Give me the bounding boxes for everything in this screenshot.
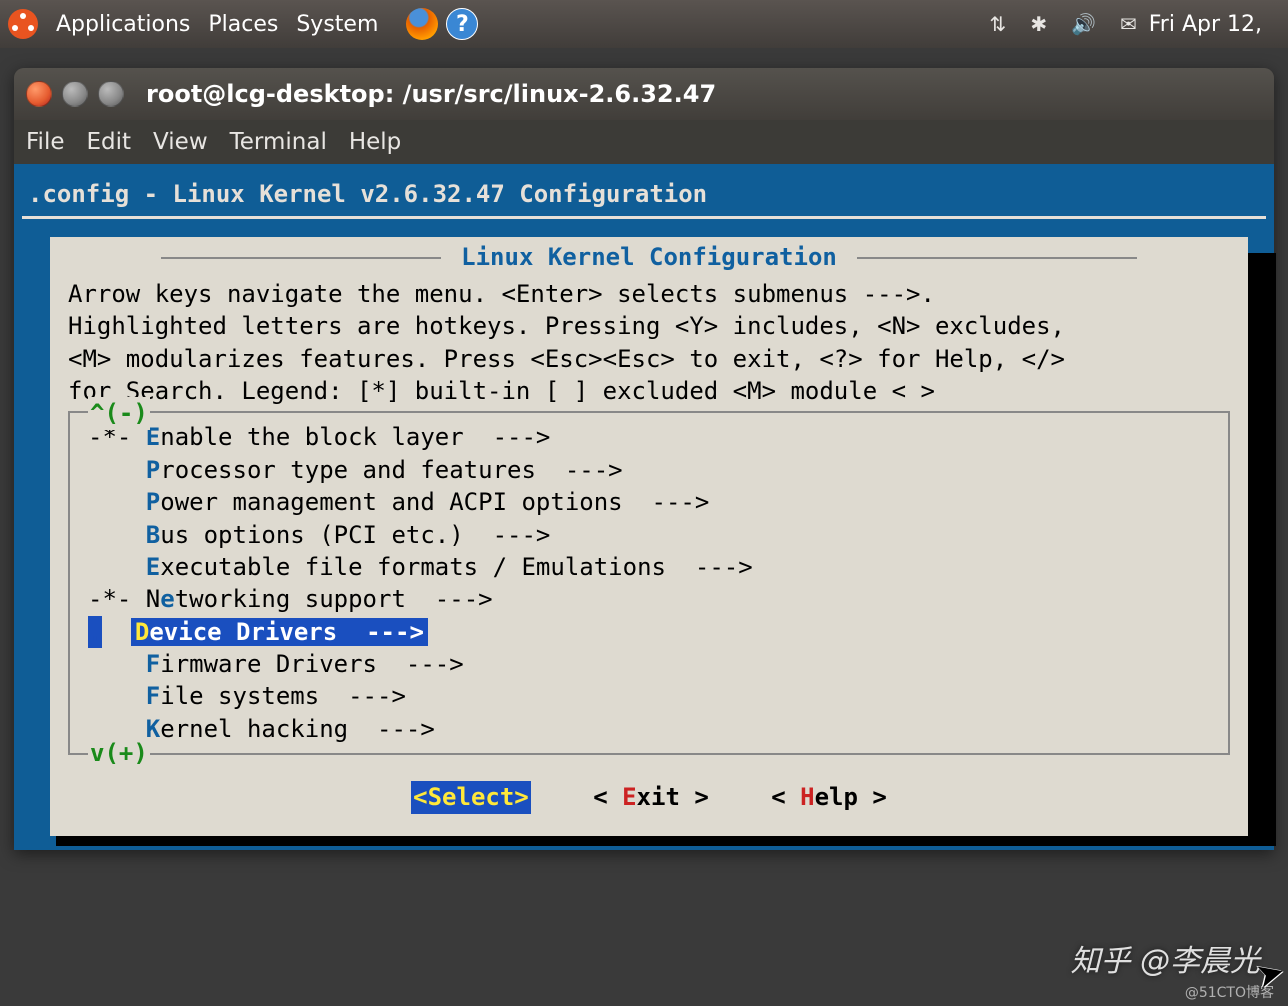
menu-terminal[interactable]: Terminal	[230, 129, 327, 155]
menu-list[interactable]: ^(-) -*- Enable the block layer ---> Pro…	[68, 411, 1230, 755]
menu-item-selected[interactable]: . Device Drivers --->	[88, 616, 446, 648]
mail-icon[interactable]: ✉	[1120, 12, 1137, 36]
panel-menu-applications[interactable]: Applications	[56, 12, 190, 37]
dialog-title: Linux Kernel Configuration	[50, 237, 1248, 273]
exit-button[interactable]: < Exit >	[593, 781, 709, 813]
help-button[interactable]: < Help >	[771, 781, 887, 813]
window-maximize-button[interactable]	[98, 81, 124, 107]
titlebar[interactable]: root@lcg-desktop: /usr/src/linux-2.6.32.…	[14, 68, 1274, 120]
panel-menu-places[interactable]: Places	[208, 12, 278, 37]
window-close-button[interactable]	[26, 81, 52, 107]
terminal-window: root@lcg-desktop: /usr/src/linux-2.6.32.…	[14, 68, 1274, 850]
ubuntu-logo-icon[interactable]	[8, 9, 38, 39]
menu-item[interactable]: -*- Networking support --->	[70, 583, 1228, 615]
gnome-top-panel: Applications Places System ? ⇅ ✱ 🔊 ✉ Fri…	[0, 0, 1288, 48]
menu-item[interactable]: Power management and ACPI options --->	[70, 486, 1228, 518]
menu-item[interactable]: -*- Enable the block layer --->	[70, 421, 1228, 453]
clock[interactable]: Fri Apr 12,	[1149, 12, 1262, 37]
config-rule	[22, 216, 1266, 219]
menu-item[interactable]: File systems --->	[70, 680, 1228, 712]
config-header: .config - Linux Kernel v2.6.32.47 Config…	[20, 172, 1268, 212]
terminal-viewport[interactable]: .config - Linux Kernel v2.6.32.47 Config…	[14, 164, 1274, 850]
volume-icon[interactable]: 🔊	[1071, 12, 1096, 36]
window-minimize-button[interactable]	[62, 81, 88, 107]
scroll-down-indicator: v(+)	[88, 737, 150, 769]
window-title: root@lcg-desktop: /usr/src/linux-2.6.32.…	[146, 80, 716, 108]
scroll-up-indicator: ^(-)	[88, 397, 150, 429]
menu-help[interactable]: Help	[349, 129, 401, 155]
help-icon[interactable]: ?	[446, 8, 478, 40]
menuconfig-dialog: Linux Kernel Configuration Arrow keys na…	[50, 237, 1248, 835]
watermark: 知乎 @李晨光	[1070, 936, 1260, 980]
menu-item[interactable]: Executable file formats / Emulations ---…	[70, 551, 1228, 583]
dialog-button-row: <Select> < Exit > < Help >	[50, 771, 1248, 835]
menu-file[interactable]: File	[26, 129, 65, 155]
menu-item[interactable]: Kernel hacking --->	[70, 713, 1228, 745]
dialog-help-text: Arrow keys navigate the menu. <Enter> se…	[50, 278, 1248, 408]
menu-view[interactable]: View	[153, 129, 208, 155]
network-icon[interactable]: ⇅	[990, 12, 1007, 36]
panel-menu-system[interactable]: System	[296, 12, 378, 37]
select-button[interactable]: <Select>	[411, 781, 531, 813]
firefox-icon[interactable]	[406, 8, 438, 40]
menu-item[interactable]: Bus options (PCI etc.) --->	[70, 519, 1228, 551]
menu-item[interactable]: Firmware Drivers --->	[70, 648, 1228, 680]
menu-edit[interactable]: Edit	[87, 129, 132, 155]
terminal-menubar: File Edit View Terminal Help	[14, 120, 1274, 164]
menu-item[interactable]: Processor type and features --->	[70, 454, 1228, 486]
bluetooth-icon[interactable]: ✱	[1030, 12, 1047, 36]
